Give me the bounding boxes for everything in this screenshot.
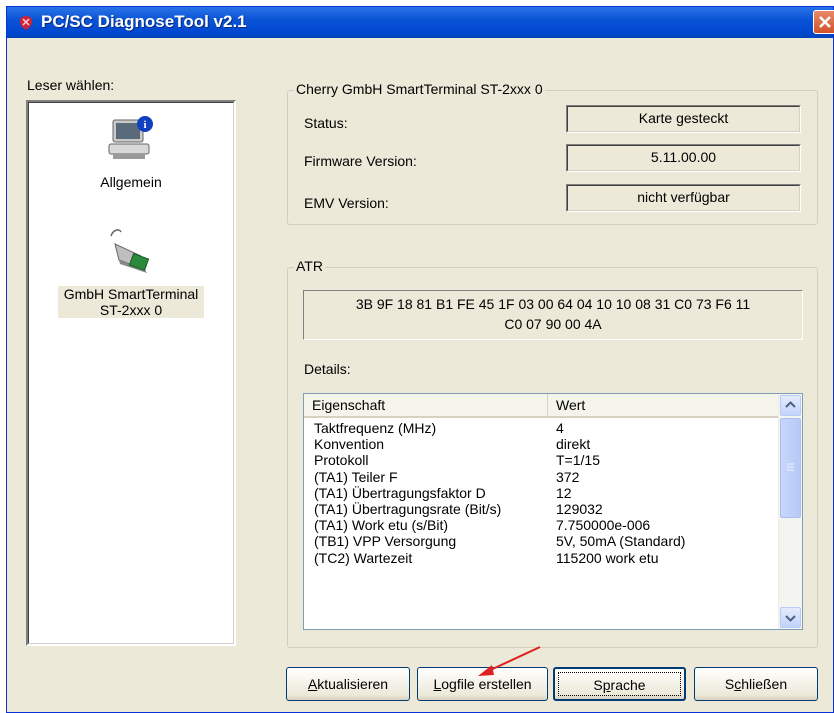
chevron-up-icon <box>785 401 796 408</box>
window-title: PC/SC DiagnoseTool v2.1 <box>41 12 247 31</box>
list-item[interactable]: (TB1) VPP Versorgung 5V, 50mA (Standard) <box>304 533 780 549</box>
status-field: Karte gesteckt <box>566 105 801 133</box>
reader-item-allgemein[interactable]: i Allgemein <box>28 116 234 190</box>
reader-item-label-line1: GmbH SmartTerminal <box>63 286 199 302</box>
reader-list[interactable]: i Allgemein GmbH SmartTerminal ST-2xxx 0 <box>26 100 236 646</box>
details-label: Details: <box>304 361 351 377</box>
details-list[interactable]: Eigenschaft Wert Taktfrequenz (MHz) 4 Kon… <box>303 393 803 630</box>
device-group-title: Cherry GmbH SmartTerminal ST-2xxx 0 <box>294 81 545 97</box>
close-icon <box>819 16 831 28</box>
scroll-down-button[interactable] <box>780 607 801 628</box>
list-item[interactable]: (TA1) Übertragungsfaktor D 12 <box>304 485 780 501</box>
close-window-button[interactable] <box>813 10 834 34</box>
reader-item-label-line2: ST-2xxx 0 <box>99 302 163 318</box>
firmware-label: Firmware Version: <box>304 153 417 169</box>
reader-select-label: Leser wählen: <box>27 77 115 93</box>
grip-icon <box>787 463 794 471</box>
svg-text:i: i <box>143 119 146 131</box>
scroll-up-button[interactable] <box>780 395 801 416</box>
list-item[interactable]: (TA1) Work etu (s/Bit) 7.750000e-006 <box>304 517 780 533</box>
annotation-arrow-icon <box>478 646 541 676</box>
column-header-value[interactable]: Wert <box>548 394 780 416</box>
details-rows: Taktfrequenz (MHz) 4 Konvention direkt Pro… <box>304 420 780 566</box>
list-item[interactable]: Taktfrequenz (MHz) 4 <box>304 420 780 436</box>
card-reader-icon <box>110 229 150 273</box>
atr-group-title: ATR <box>294 258 325 274</box>
atr-value-field: 3B 9F 18 81 B1 FE 45 1F 03 00 64 04 10 1… <box>303 290 803 340</box>
reader-item-smartterminal[interactable]: GmbH SmartTerminal ST-2xxx 0 <box>28 226 234 318</box>
computer-info-icon: i <box>108 116 153 159</box>
refresh-button[interactable]: Aktualisieren <box>286 667 410 701</box>
list-item[interactable]: (TC2) Wartezeit 115200 work etu <box>304 550 780 566</box>
emv-field: nicht verfügbar <box>566 184 801 212</box>
list-item[interactable]: Konvention direkt <box>304 436 780 452</box>
language-button[interactable]: Sprache <box>553 667 686 701</box>
emv-label: EMV Version: <box>304 195 389 211</box>
atr-line-1: 3B 9F 18 81 B1 FE 45 1F 03 00 64 04 10 1… <box>355 296 751 312</box>
list-item[interactable]: (TA1) Übertragungsrate (Bit/s) 129032 <box>304 501 780 517</box>
close-dialog-button[interactable]: Schließen <box>694 667 818 701</box>
status-label: Status: <box>304 115 348 131</box>
details-scrollbar[interactable] <box>778 394 802 629</box>
details-list-header: Eigenschaft Wert <box>304 394 780 418</box>
reader-item-label: Allgemein <box>100 174 162 190</box>
app-icon <box>19 16 33 30</box>
atr-line-2: C0 07 90 00 4A <box>504 316 602 332</box>
chevron-down-icon <box>785 615 796 622</box>
scroll-thumb[interactable] <box>780 418 801 518</box>
firmware-field: 5.11.00.00 <box>566 144 801 172</box>
list-item[interactable]: (TA1) Teiler F 372 <box>304 469 780 485</box>
column-header-property[interactable]: Eigenschaft <box>304 394 548 416</box>
title-bar[interactable]: PC/SC DiagnoseTool v2.1 <box>7 7 834 38</box>
list-item[interactable]: Protokoll T=1/15 <box>304 452 780 468</box>
